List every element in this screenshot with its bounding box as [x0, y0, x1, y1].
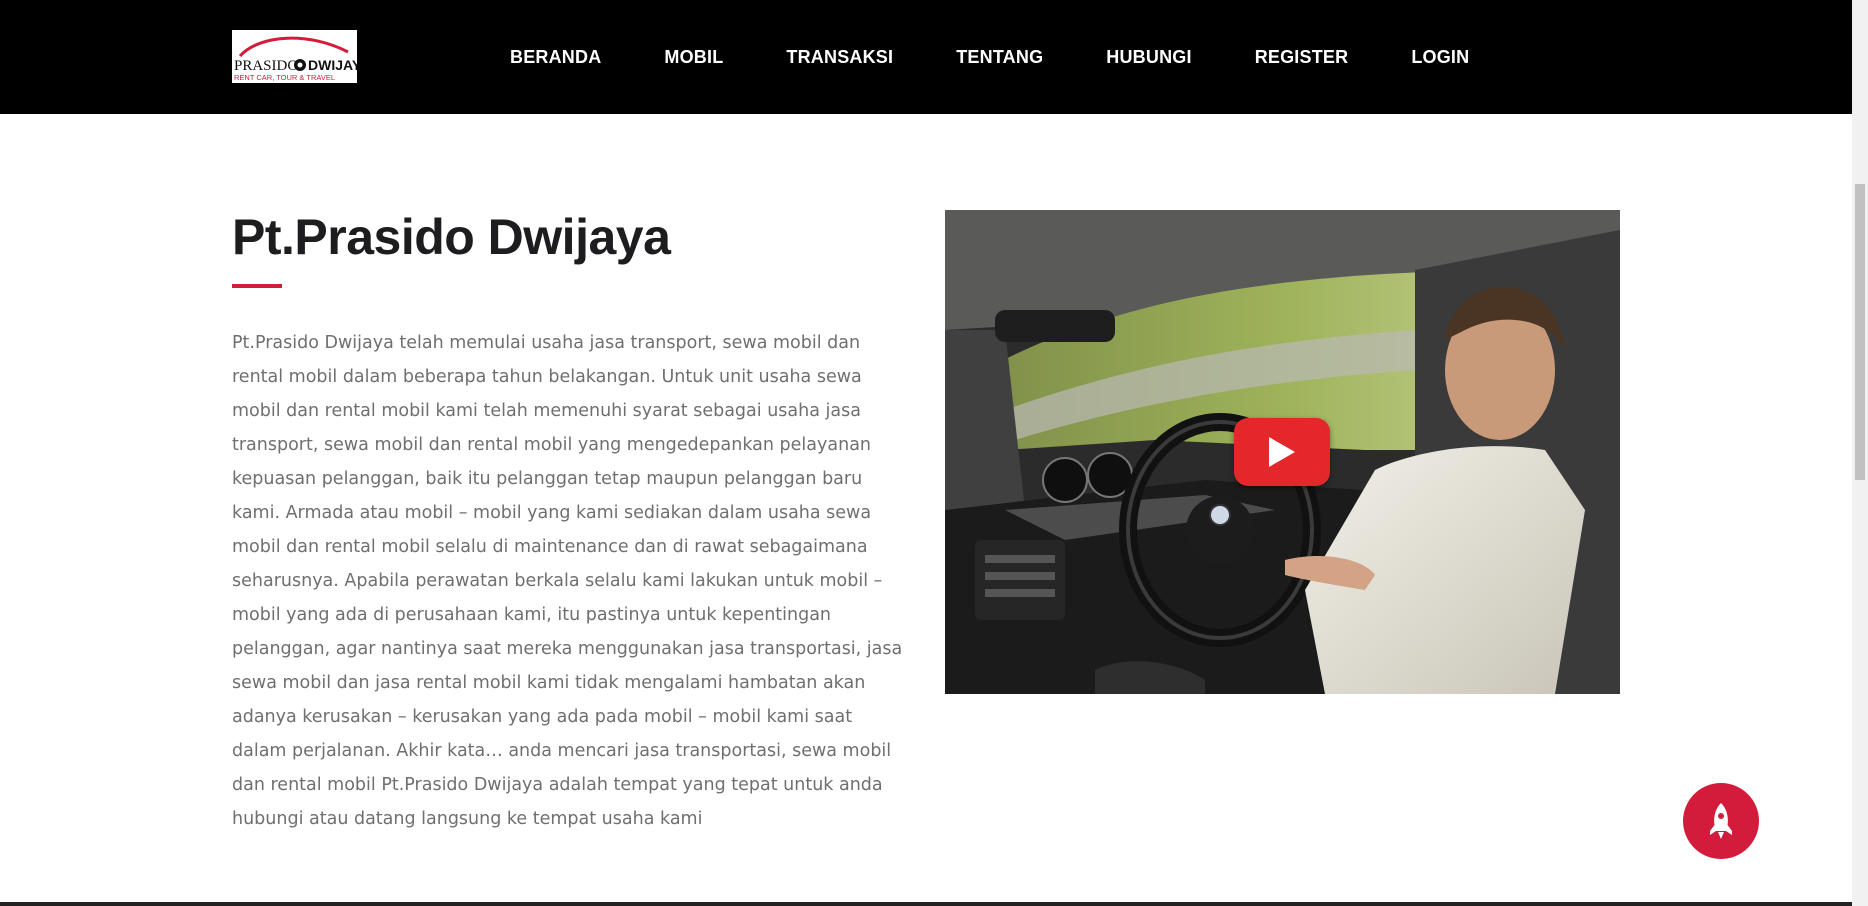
nav-link-transaksi[interactable]: TRANSAKSI	[786, 47, 893, 68]
video-player[interactable]	[945, 210, 1620, 694]
site-logo[interactable]: PRASIDO DWIJAYA RENT CAR, TOUR & TRAVEL	[232, 30, 357, 83]
scroll-to-top-button[interactable]	[1683, 783, 1759, 859]
title-underline	[232, 284, 282, 288]
nav-link-mobil[interactable]: MOBIL	[664, 47, 723, 68]
footer-edge	[0, 902, 1852, 906]
nav-link-beranda[interactable]: BERANDA	[510, 47, 601, 68]
page-scrollbar[interactable]	[1852, 0, 1868, 906]
logo-tagline: RENT CAR, TOUR & TRAVEL	[234, 73, 335, 82]
nav-link-login[interactable]: LOGIN	[1411, 47, 1469, 68]
navbar: PRASIDO DWIJAYA RENT CAR, TOUR & TRAVEL …	[0, 0, 1852, 114]
youtube-play-icon	[1269, 437, 1295, 467]
video-play-button[interactable]	[1234, 418, 1330, 486]
logo-brand-right: DWIJAYA	[308, 57, 357, 73]
nav-link-tentang[interactable]: TENTANG	[956, 47, 1043, 68]
nav-link-register[interactable]: REGISTER	[1255, 47, 1349, 68]
about-title: Pt.Prasido Dwijaya	[232, 209, 671, 265]
about-description: Pt.Prasido Dwijaya telah memulai usaha j…	[232, 333, 903, 829]
logo-brand-left: PRASIDO	[234, 58, 298, 74]
scrollbar-thumb[interactable]	[1855, 184, 1865, 480]
main-nav: BERANDA MOBIL TRANSAKSI TENTANG HUBUNGI …	[510, 0, 1532, 114]
rocket-icon	[1710, 803, 1732, 839]
nav-link-hubungi[interactable]: HUBUNGI	[1106, 47, 1191, 68]
logo-graphic: PRASIDO DWIJAYA RENT CAR, TOUR & TRAVEL	[234, 36, 357, 82]
